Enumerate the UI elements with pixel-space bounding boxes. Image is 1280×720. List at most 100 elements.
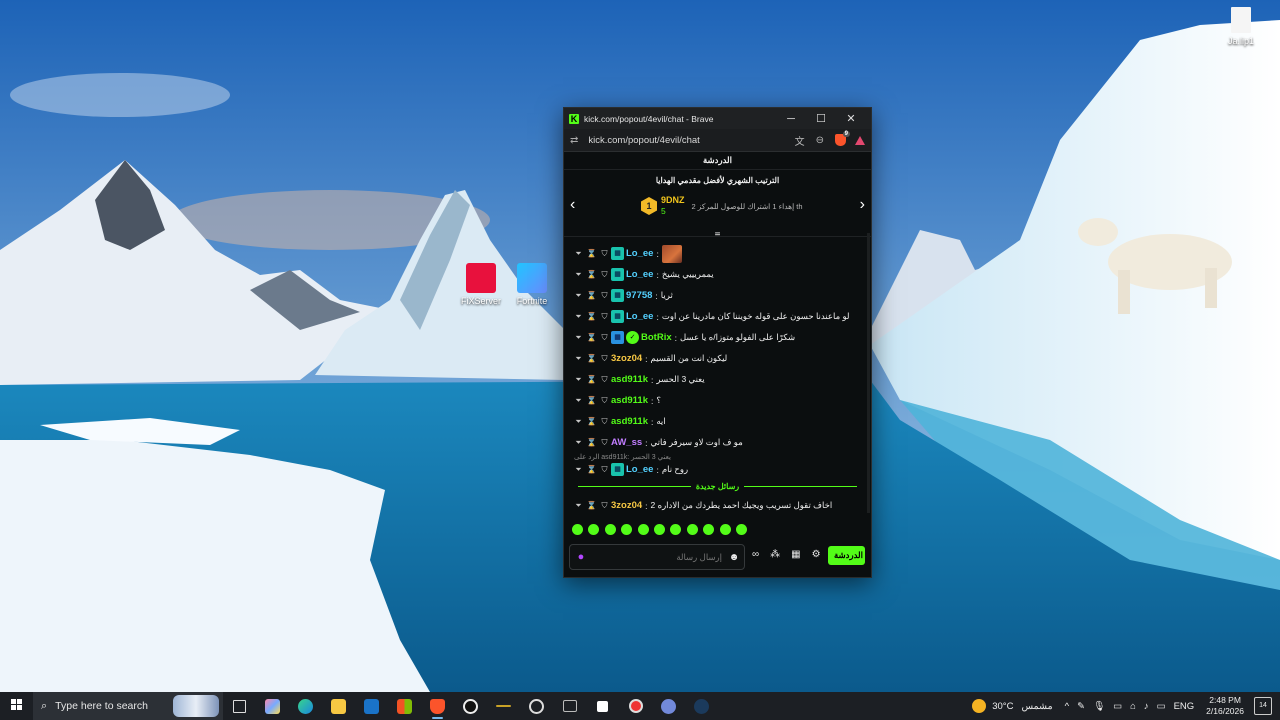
desktop-icon-fortnite[interactable]: Fortnite	[508, 263, 556, 306]
timeout-icon[interactable]: ⌛	[585, 396, 598, 405]
pin-icon[interactable]: ⏷	[572, 249, 585, 259]
timeout-icon[interactable]: ⌛	[585, 333, 598, 342]
mod-shield-icon[interactable]: ⛉	[598, 438, 611, 448]
leaderboard-next-icon[interactable]: ›	[860, 196, 865, 214]
notifications-button[interactable]: 14	[1254, 697, 1272, 715]
pin-icon[interactable]: ⏷	[572, 270, 585, 280]
taskbar-app-dash[interactable]	[487, 692, 520, 720]
quick-emote-icon[interactable]	[686, 524, 698, 535]
clock[interactable]: 2:48 PM 2/16/2026	[1206, 695, 1244, 717]
pin-icon[interactable]: ⏷	[572, 396, 585, 406]
language-indicator[interactable]: ENG	[1174, 701, 1195, 712]
pin-icon[interactable]: ⏷	[572, 291, 585, 301]
taskbar-outlook[interactable]	[355, 692, 388, 720]
taskbar-search[interactable]: ⌕ Type here to search	[33, 692, 223, 720]
timeout-icon[interactable]: ⌛	[585, 465, 598, 474]
quick-emote-icon[interactable]	[735, 524, 747, 535]
show-hidden-icons-icon[interactable]: ^	[1065, 701, 1069, 712]
weather-sun-icon[interactable]	[972, 699, 987, 713]
taskbar-store[interactable]	[388, 692, 421, 720]
pen-icon[interactable]: ✎	[1077, 701, 1085, 712]
timeout-icon[interactable]: ⌛	[585, 417, 598, 426]
mod-shield-icon[interactable]: ⛉	[598, 501, 611, 511]
predictions-icon[interactable]: ⁂	[770, 549, 780, 560]
volume-icon[interactable]: ♪	[1144, 701, 1149, 712]
quick-emote-icon[interactable]	[572, 524, 583, 535]
task-view-button[interactable]	[223, 692, 256, 720]
quick-emote-icon[interactable]	[621, 524, 633, 535]
chat-username[interactable]: Lo_ee	[626, 248, 653, 259]
taskbar-obs[interactable]	[454, 692, 487, 720]
brave-rewards-icon[interactable]	[855, 135, 865, 145]
mod-shield-icon[interactable]: ⛉	[598, 312, 611, 322]
weather-temperature[interactable]: 30°C	[992, 701, 1013, 712]
mod-shield-icon[interactable]: ⛉	[598, 291, 611, 301]
timeout-icon[interactable]: ⌛	[585, 270, 598, 279]
taskbar-steam[interactable]	[685, 692, 718, 720]
chat-username[interactable]: asd911k	[611, 416, 648, 427]
chat-username[interactable]: BotRix	[641, 332, 672, 343]
network-icon[interactable]: ⌂	[1130, 701, 1136, 712]
battery-icon[interactable]: ▭	[1157, 701, 1166, 712]
chat-message-input[interactable]	[592, 551, 724, 563]
mod-shield-icon[interactable]: ⛉	[598, 465, 611, 475]
title-bar[interactable]: K kick.com/popout/4evil/chat - Brave ─ ☐…	[564, 108, 871, 129]
timeout-icon[interactable]: ⌛	[585, 291, 598, 300]
microphone-tray-icon[interactable]: 🎙	[1093, 701, 1105, 712]
taskbar-record[interactable]	[619, 692, 652, 720]
timeout-icon[interactable]: ⌛	[585, 501, 598, 510]
translate-icon[interactable]: 文	[795, 133, 805, 148]
weather-description[interactable]: مشمس	[1021, 701, 1052, 712]
brave-shields-icon[interactable]: 9	[835, 131, 850, 146]
mod-shield-icon[interactable]: ⛉	[598, 396, 611, 406]
mod-shield-icon[interactable]: ⛉	[598, 249, 611, 259]
desktop-icon-file[interactable]: Ja.lip1	[1217, 7, 1265, 46]
quick-emote-icon[interactable]	[719, 524, 731, 535]
timeout-icon[interactable]: ⌛	[585, 312, 598, 321]
taskbar-speedtest[interactable]	[520, 692, 553, 720]
pin-icon[interactable]: ⏷	[572, 417, 585, 427]
pin-icon[interactable]: ⏷	[572, 438, 585, 448]
mod-shield-icon[interactable]: ⛉	[598, 270, 611, 280]
quick-emote-icon[interactable]	[588, 524, 600, 535]
store-icon[interactable]: ▦	[791, 549, 800, 560]
quick-emote-icon[interactable]	[670, 524, 682, 535]
pin-icon[interactable]: ⏷	[572, 375, 585, 385]
quick-emote-icon[interactable]	[703, 524, 715, 535]
mod-shield-icon[interactable]: ⛉	[598, 375, 611, 385]
taskbar-brave[interactable]	[421, 692, 454, 720]
chat-username[interactable]: asd911k	[611, 395, 648, 406]
chat-username[interactable]: AW_ss	[611, 437, 642, 448]
timeout-icon[interactable]: ⌛	[585, 249, 598, 258]
pin-icon[interactable]: ⏷	[572, 501, 585, 511]
reply-context[interactable]: الرد على asd911k: يعني 3 الحسر	[572, 453, 863, 462]
leaderboard-prev-icon[interactable]: ‹	[570, 196, 575, 214]
pin-icon[interactable]: ⏷	[572, 312, 585, 322]
mod-shield-icon[interactable]: ⛉	[598, 417, 611, 427]
quick-emote-icon[interactable]	[653, 524, 665, 535]
emoji-picker-icon[interactable]: ☻	[724, 552, 744, 563]
quick-emote-icon[interactable]	[604, 524, 616, 535]
microphone-icon[interactable]: ●	[570, 551, 592, 563]
pin-icon[interactable]: ⏷	[572, 333, 585, 343]
start-button[interactable]	[0, 699, 33, 713]
url-text[interactable]: kick.com/popout/4evil/chat	[588, 135, 783, 146]
pin-icon[interactable]: ⏷	[572, 354, 585, 364]
close-button[interactable]: ✕	[836, 112, 866, 125]
timeout-icon[interactable]: ⌛	[585, 375, 598, 384]
timeout-icon[interactable]: ⌛	[585, 354, 598, 363]
chat-username[interactable]: 3zoz04	[611, 500, 642, 511]
mod-shield-icon[interactable]: ⛉	[598, 354, 611, 364]
chat-username[interactable]: Lo_ee	[626, 464, 653, 475]
taskbar-edge[interactable]	[289, 692, 322, 720]
minimize-button[interactable]: ─	[776, 113, 806, 125]
display-icon[interactable]: ▭	[1113, 701, 1122, 712]
pin-icon[interactable]: ⏷	[572, 465, 585, 475]
taskbar-xbox[interactable]	[553, 692, 586, 720]
chat-username[interactable]: Lo_ee	[626, 311, 653, 322]
desktop-icon-fixserver[interactable]: FiXServer	[457, 263, 505, 306]
maximize-button[interactable]: ☐	[806, 112, 836, 125]
poll-icon[interactable]: ∞	[752, 549, 759, 560]
chat-username[interactable]: Lo_ee	[626, 269, 653, 280]
chat-settings-icon[interactable]: ⚙	[812, 549, 821, 560]
